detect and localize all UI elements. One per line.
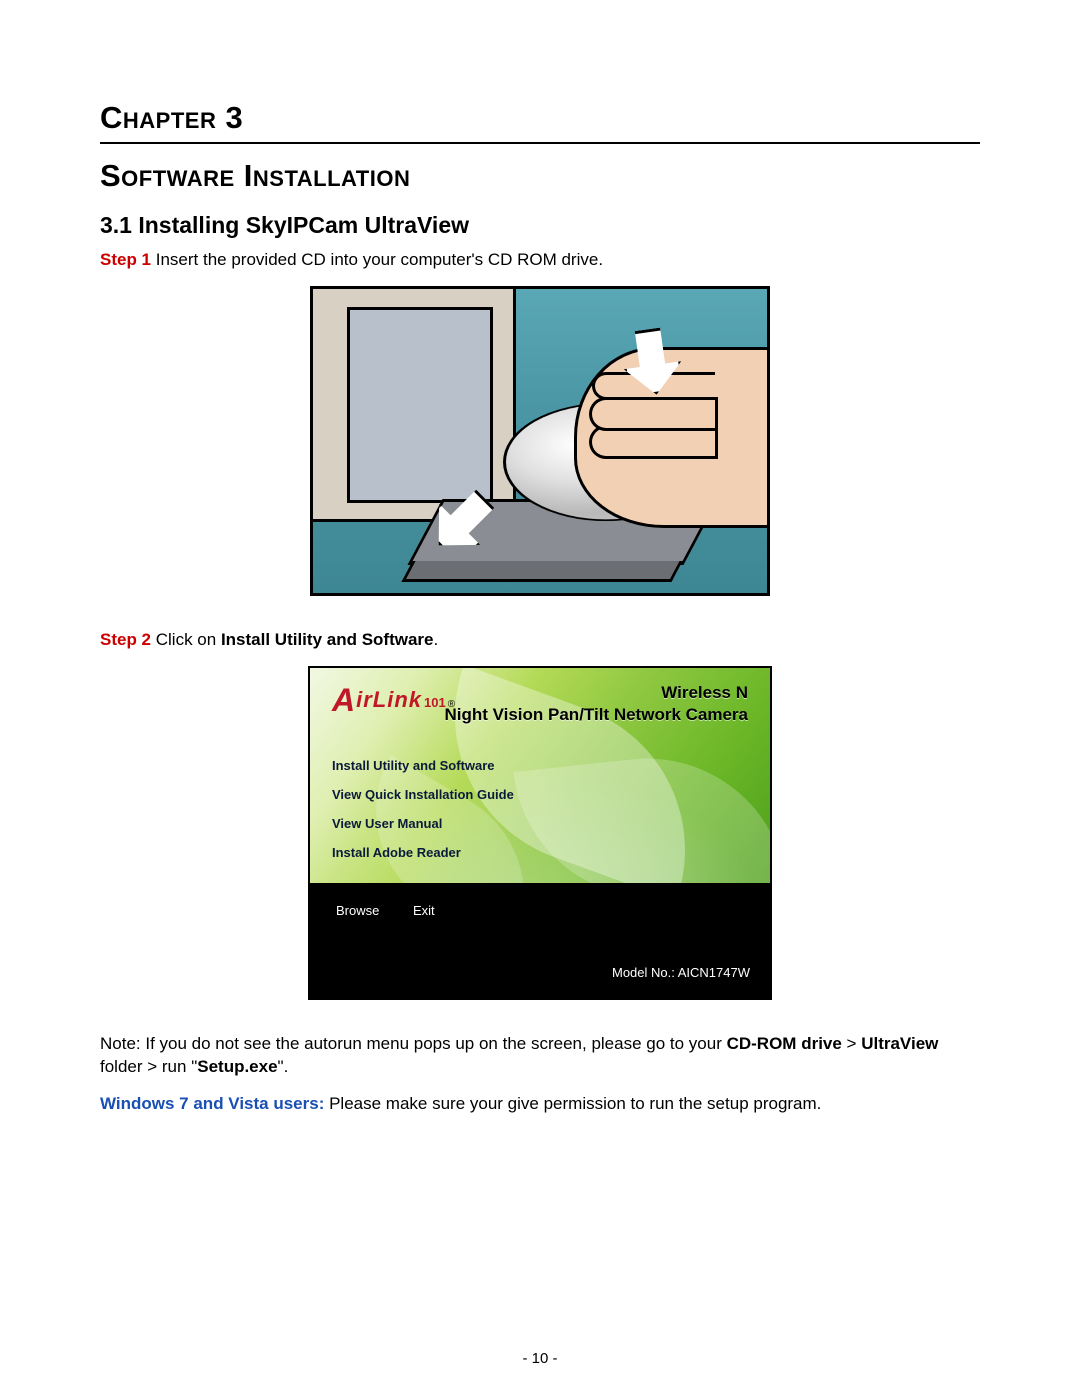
note-mid1: > [842,1034,861,1053]
cd-insert-illustration [310,286,770,596]
windows-note-text: Please make sure your give permission to… [324,1094,821,1113]
note-suffix: ". [278,1057,289,1076]
product-title-line1: Wireless N [444,682,748,704]
step2-label: Step 2 [100,630,151,649]
chapter-label: Chapter 3 [100,100,980,136]
chapter-rule [100,142,980,144]
note-cdrom: CD-ROM drive [727,1034,842,1053]
step1-paragraph: Step 1 Insert the provided CD into your … [100,249,980,272]
installer-top-panel: AirLink 101 ® Wireless N Night Vision Pa… [310,668,770,883]
section-heading: 3.1 Installing SkyIPCam UltraView [100,212,980,239]
model-number: Model No.: AICN1747W [612,965,750,980]
figure-installer: AirLink 101 ® Wireless N Night Vision Pa… [100,666,980,1005]
windows-note-bold: Windows 7 and Vista users: [100,1094,324,1113]
step2-bold: Install Utility and Software [221,630,434,649]
menu-view-quick-guide[interactable]: View Quick Installation Guide [332,787,514,802]
menu-install-adobe-reader[interactable]: Install Adobe Reader [332,845,514,860]
computer-panel-icon [347,307,493,503]
menu-view-user-manual[interactable]: View User Manual [332,816,514,831]
step1-text: Insert the provided CD into your compute… [151,250,603,269]
menu-install-utility[interactable]: Install Utility and Software [332,758,514,773]
step2-paragraph: Step 2 Click on Install Utility and Soft… [100,629,980,652]
logo-sub: 101 [424,695,446,710]
windows-note-paragraph: Windows 7 and Vista users: Please make s… [100,1093,980,1116]
figure-cd-insert [100,286,980,601]
installer-menu: Install Utility and Software View Quick … [332,758,514,874]
step2-text-before: Click on [151,630,221,649]
exit-button[interactable]: Exit [413,903,435,918]
product-title-line2: Night Vision Pan/Tilt Network Camera [444,704,748,726]
browse-button[interactable]: Browse [336,903,379,918]
step2-text-after: . [434,630,439,649]
note-setupexe: Setup.exe [197,1057,277,1076]
logo-text: AirLink [332,678,422,715]
note-paragraph: Note: If you do not see the autorun menu… [100,1033,980,1079]
installer-bottom-buttons: Browse Exit [336,903,465,918]
chapter-title: Software Installation [100,158,980,194]
installer-window: AirLink 101 ® Wireless N Night Vision Pa… [308,666,772,1000]
page-number: - 10 - [0,1350,1080,1367]
document-page: Chapter 3 Software Installation 3.1 Inst… [0,0,1080,1397]
note-ultraview: UltraView [861,1034,938,1053]
installer-bottom-panel: Browse Exit Model No.: AICN1747W [310,883,770,998]
product-title: Wireless N Night Vision Pan/Tilt Network… [444,682,748,726]
note-mid2: folder > run " [100,1057,197,1076]
note-prefix: Note: If you do not see the autorun menu… [100,1034,727,1053]
step1-label: Step 1 [100,250,151,269]
airlink-logo: AirLink 101 ® [332,678,455,715]
